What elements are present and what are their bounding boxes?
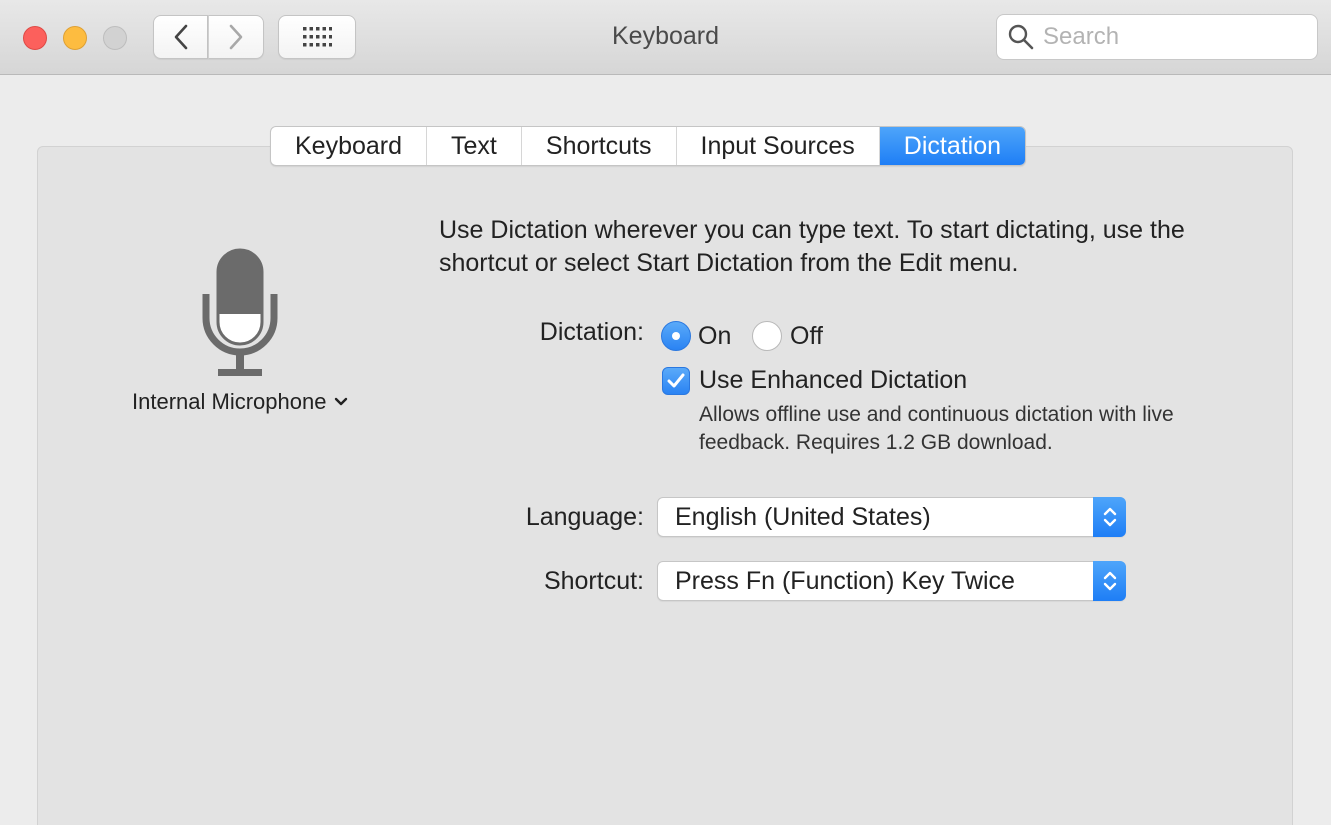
language-label: Language: — [525, 503, 644, 531]
tab-keyboard[interactable]: Keyboard — [271, 127, 428, 165]
tab-input-sources[interactable]: Input Sources — [677, 127, 880, 165]
search-field[interactable] — [996, 14, 1318, 60]
tab-bar: Keyboard Text Shortcuts Input Sources Di… — [270, 126, 1027, 166]
search-icon — [1008, 24, 1034, 50]
shortcut-value: Press Fn (Function) Key Twice — [675, 567, 1015, 595]
dictation-off-radio[interactable] — [752, 321, 782, 351]
checkmark-icon — [667, 373, 685, 388]
dictation-on-radio[interactable] — [661, 321, 691, 351]
dictation-label: Dictation: — [539, 318, 644, 346]
tab-dictation[interactable]: Dictation — [879, 127, 1026, 165]
search-input[interactable] — [1043, 23, 1303, 51]
shortcut-stepper-icon — [1093, 561, 1126, 601]
enhanced-dictation-label: Use Enhanced Dictation — [699, 366, 968, 394]
dictation-off-label: Off — [790, 322, 823, 350]
language-select[interactable]: English (United States) — [657, 497, 1126, 537]
chevron-down-icon — [335, 397, 348, 406]
tab-text[interactable]: Text — [427, 127, 522, 165]
dictation-description: Use Dictation wherever you can type text… — [439, 216, 1185, 277]
enhanced-dictation-checkbox[interactable] — [662, 367, 690, 395]
shortcut-select[interactable]: Press Fn (Function) Key Twice — [657, 561, 1126, 601]
shortcut-label: Shortcut: — [543, 567, 644, 595]
dictation-on-label: On — [698, 322, 732, 350]
microphone-label: Internal Microphone — [132, 389, 327, 414]
enhanced-dictation-help: Allows offline use and continuous dictat… — [699, 403, 1174, 454]
microphone-icon — [190, 248, 290, 378]
language-stepper-icon — [1093, 497, 1126, 537]
tab-shortcuts[interactable]: Shortcuts — [522, 127, 677, 165]
microphone-menu[interactable]: Internal Microphone — [132, 389, 348, 415]
language-value: English (United States) — [675, 503, 931, 531]
title-bar: Keyboard — [0, 0, 1331, 75]
